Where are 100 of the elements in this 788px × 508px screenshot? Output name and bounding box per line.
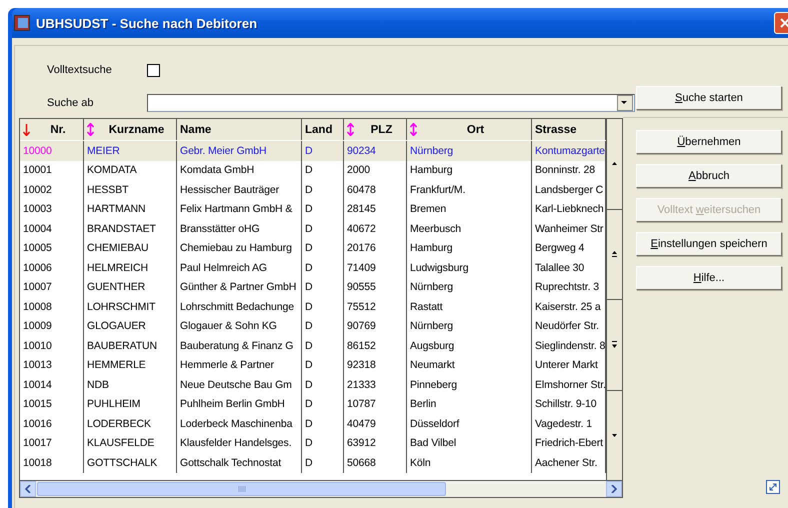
table-cell: Komdata GmbH xyxy=(177,160,302,180)
sort-toggle-icon xyxy=(87,123,94,136)
sort-toggle-icon xyxy=(410,123,417,136)
table-cell: Lohrschmitt Bedachunge xyxy=(177,297,302,316)
table-cell: D xyxy=(302,238,344,258)
table-cell: HESSBT xyxy=(84,180,177,200)
table-cell: GLOGAUER xyxy=(84,316,177,336)
table-cell: 20176 xyxy=(344,238,407,258)
table-cell: Bad Vilbel xyxy=(407,434,532,453)
table-cell: 10013 xyxy=(20,356,84,375)
table-cell: 10787 xyxy=(344,394,407,414)
close-icon xyxy=(780,18,788,28)
scroll-right-icon xyxy=(611,485,617,493)
action-button[interactable]: Hilfe... xyxy=(636,266,782,290)
table-cell: Nürnberg xyxy=(407,278,532,297)
table-cell: D xyxy=(302,258,344,278)
table-cell: CHEMIEBAU xyxy=(84,238,177,258)
table-cell: 40672 xyxy=(344,219,407,238)
fulltext-label: Volltextsuche xyxy=(47,64,113,76)
scroll-up-icon xyxy=(612,162,617,166)
table-cell: 10015 xyxy=(20,394,84,414)
table-cell: Düsseldorf xyxy=(407,414,532,434)
page-down-icon xyxy=(612,341,617,348)
table-cell: Gebr. Meier GmbH xyxy=(177,141,302,160)
table-cell: Bauberatung & Finanz G xyxy=(177,336,302,356)
table-cell: 2000 xyxy=(344,160,407,180)
table-cell: 60478 xyxy=(344,180,407,200)
search-from-field[interactable] xyxy=(147,94,635,112)
table-cell: HEMMERLE xyxy=(84,356,177,375)
table-cell: Augsburg xyxy=(407,336,532,356)
vertical-scrollbar[interactable] xyxy=(606,119,622,480)
table-cell: D xyxy=(302,414,344,434)
table-cell: 10003 xyxy=(20,200,84,219)
table-cell: BRANDSTAET xyxy=(84,219,177,238)
table-cell: Nürnberg xyxy=(407,141,532,160)
column-header[interactable]: PLZ xyxy=(344,119,407,140)
action-button[interactable]: Einstellungen speichern xyxy=(636,232,782,256)
table-cell: 10009 xyxy=(20,316,84,336)
table-cell: Chemiebau zu Hamburg xyxy=(177,238,302,258)
table-cell: 63912 xyxy=(344,434,407,453)
table-cell: NDB xyxy=(84,375,177,394)
table-cell: Bremen xyxy=(407,200,532,219)
table-cell: KOMDATA xyxy=(84,160,177,180)
table-cell: Hessischer Bauträger xyxy=(177,180,302,200)
table-cell: 75512 xyxy=(344,297,407,316)
table-cell: Bransstätter oHG xyxy=(177,219,302,238)
table-cell: HELMREICH xyxy=(84,258,177,278)
table-cell: MEIER xyxy=(84,141,177,160)
search-button[interactable]: Suche starten xyxy=(636,86,782,110)
table-cell: 10000 xyxy=(20,141,84,160)
table-cell: Neue Deutsche Bau Gm xyxy=(177,375,302,394)
table-cell: Nürnberg xyxy=(407,316,532,336)
table-cell: Felix Hartmann GmbH & xyxy=(177,200,302,219)
table-cell: 10017 xyxy=(20,434,84,453)
column-header[interactable]: Land xyxy=(302,119,344,140)
table-cell: Gottschalk Technostat xyxy=(177,453,302,472)
scroll-left-icon xyxy=(25,485,31,493)
window-icon xyxy=(14,15,30,31)
action-button[interactable]: Übernehmen xyxy=(636,130,782,154)
table-cell: D xyxy=(302,453,344,472)
table-cell: GOTTSCHALK xyxy=(84,453,177,472)
table-cell: Neumarkt xyxy=(407,356,532,375)
resize-icon[interactable] xyxy=(766,480,780,494)
table-cell: D xyxy=(302,180,344,200)
column-header[interactable]: Ort xyxy=(407,119,532,140)
fulltext-checkbox[interactable] xyxy=(147,64,160,77)
table-cell: D xyxy=(302,160,344,180)
table-cell: 10006 xyxy=(20,258,84,278)
table-cell: Berlin xyxy=(407,394,532,414)
table-cell: D xyxy=(302,316,344,336)
table-cell: LOHRSCHMIT xyxy=(84,297,177,316)
column-header[interactable]: Kurzname xyxy=(84,119,177,140)
table-cell: Pinneberg xyxy=(407,375,532,394)
table-cell: Klausfelder Handelsges. xyxy=(177,434,302,453)
table-cell: Loderbeck Maschinenba xyxy=(177,414,302,434)
table-cell: D xyxy=(302,375,344,394)
column-header[interactable]: Name xyxy=(177,119,302,140)
table-cell: 40479 xyxy=(344,414,407,434)
table-cell: BAUBERATUN xyxy=(84,336,177,356)
horizontal-scrollbar[interactable] xyxy=(20,480,622,497)
table-cell: Paul Helmreich AG xyxy=(177,258,302,278)
table-cell: Ludwigsburg xyxy=(407,258,532,278)
sort-toggle-icon xyxy=(347,123,354,136)
grip-lines-icon xyxy=(238,486,246,492)
window-title: UBHSUDST - Suche nach Debitoren xyxy=(36,16,258,30)
table-cell: 21333 xyxy=(344,375,407,394)
table-cell: D xyxy=(302,297,344,316)
table-cell: Köln xyxy=(407,453,532,472)
table-cell: 90555 xyxy=(344,278,407,297)
table-cell: Frankfurt/M. xyxy=(407,180,532,200)
dropdown-button[interactable] xyxy=(617,95,633,112)
table-cell: GUENTHER xyxy=(84,278,177,297)
table-cell: 10016 xyxy=(20,414,84,434)
search-from-label: Suche ab xyxy=(47,97,94,110)
table-cell: 10004 xyxy=(20,219,84,238)
column-header[interactable]: Nr. xyxy=(20,119,84,140)
action-button[interactable]: Abbruch xyxy=(636,164,782,188)
table-cell: KLAUSFELDE xyxy=(84,434,177,453)
table-cell: Meerbusch xyxy=(407,219,532,238)
table-cell: Günther & Partner GmbH xyxy=(177,278,302,297)
